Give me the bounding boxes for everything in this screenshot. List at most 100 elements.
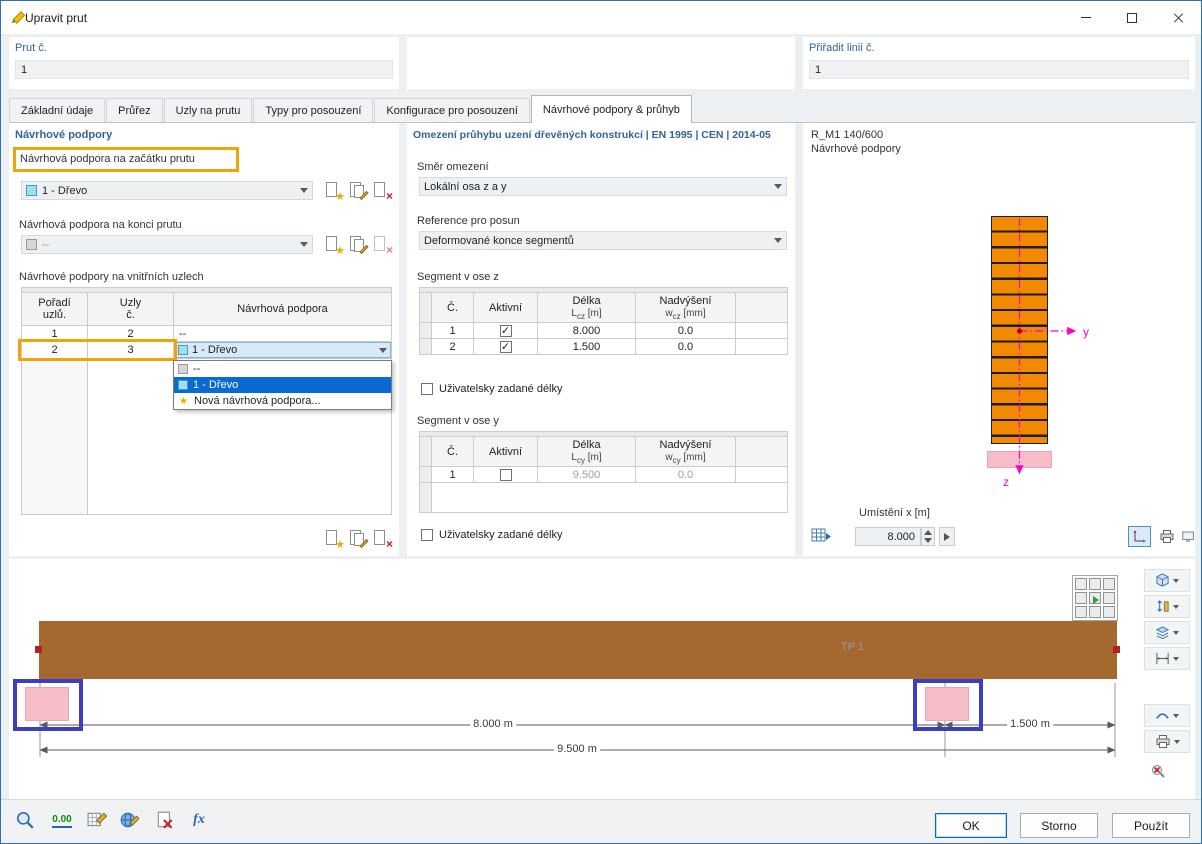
assign-line-section: Přiřadit linii č. 1 [803, 37, 1195, 89]
table-new-button[interactable]: ★ [323, 529, 345, 551]
print-button[interactable] [1144, 730, 1190, 753]
column-header-no: Č. [431, 292, 474, 323]
edit-table-button[interactable] [83, 806, 111, 834]
tab-navrhove-podpory-pruhyb[interactable]: Návrhové podpory & průhyb [530, 95, 692, 123]
position-step-forward-button[interactable] [939, 527, 955, 546]
tab-zakladni-udaje[interactable]: Základní údaje [9, 98, 106, 122]
clipped-toolbar-button[interactable] [1182, 526, 1195, 547]
segment-z-row-2[interactable]: 2 ✓ 1.500 0.0 [419, 338, 789, 355]
assign-line-value: 1 [815, 63, 822, 76]
direction-combobox[interactable]: Lokální osa z a y [419, 177, 787, 196]
design-supports-panel: Návrhové podpory Návrhová podpora na zač… [9, 123, 399, 556]
internal-support-highlight [913, 679, 983, 731]
end-node-marker[interactable] [1113, 646, 1120, 653]
projection-button[interactable] [1144, 595, 1190, 618]
find-button[interactable] [11, 806, 39, 834]
axes-layer [1015, 218, 1077, 475]
view-mode-button[interactable] [1144, 569, 1190, 592]
chevron-down-icon [1173, 630, 1179, 635]
delete-x-icon: × [385, 243, 393, 257]
decimal-places-button[interactable]: 0.00 [45, 806, 79, 834]
close-button[interactable] [1155, 1, 1201, 34]
chevron-down-icon [1173, 656, 1179, 661]
apply-button[interactable]: Použít [1112, 813, 1190, 838]
design-supports-title: Návrhové podpory [15, 129, 113, 141]
graphics-area[interactable]: TP 1 8.000 m 1.500 m 9.500 m [9, 559, 1195, 799]
show-axes-button[interactable] [1128, 526, 1151, 547]
table-delete-button[interactable]: × [371, 529, 393, 550]
segment-y-table: Č. Aktivní Délka Lcy [m] Nadvýšení wcy [mm… [418, 431, 789, 513]
reference-label: Reference pro posun [417, 215, 520, 227]
end-support-combobox[interactable]: -- [21, 235, 313, 254]
tab-konfigurace-pro-posouzeni[interactable]: Konfigurace pro posouzení [374, 98, 530, 122]
delete-support-button[interactable]: × [371, 235, 393, 257]
member-number-section: Prut č. 1 [9, 37, 399, 89]
dropdown-option-none[interactable]: -- [174, 361, 391, 377]
user-lengths-z-checkbox[interactable] [421, 383, 433, 395]
tab-uzly-na-prutu[interactable]: Uzly na prutu [163, 98, 253, 122]
chevron-down-icon [774, 238, 782, 243]
document-icon [374, 236, 385, 251]
maximize-button[interactable] [1109, 1, 1155, 34]
new-support-button[interactable]: ★ [323, 235, 345, 257]
user-lengths-y-checkbox[interactable] [421, 529, 433, 541]
segment-y-row-1[interactable]: 1 9.500 0.0 [419, 466, 789, 483]
user-lengths-y-row: Uživatelsky zadané délky [421, 529, 563, 541]
position-x-input[interactable]: 8.000 [855, 527, 921, 546]
axis-z-label: z [1003, 475, 1009, 489]
member-number-input[interactable]: 1 [15, 60, 393, 79]
formula-label: fx [193, 812, 205, 827]
sync-table-button[interactable] [811, 527, 835, 547]
table-edit-button[interactable] [347, 529, 369, 549]
dimensions-button[interactable] [1144, 647, 1190, 670]
ok-button[interactable]: OK [935, 813, 1007, 838]
start-support-highlight [13, 679, 83, 731]
active-checkbox[interactable] [499, 468, 512, 481]
result-curve-button[interactable] [1144, 704, 1190, 727]
active-checkbox[interactable]: ✓ [499, 324, 512, 337]
dropdown-option-drevo[interactable]: 1 - Dřevo [174, 377, 391, 393]
dropdown-option-new[interactable]: ★ Nová návrhová podpora... [174, 393, 391, 409]
member-beam[interactable] [39, 621, 1117, 679]
tab-prurez[interactable]: Průřez [106, 98, 163, 122]
start-node-marker[interactable] [35, 646, 42, 653]
table-empty-area [419, 482, 788, 513]
row2-support-combobox[interactable]: 1 - Dřevo [174, 342, 391, 358]
row2-highlight-box [18, 339, 177, 361]
start-support-combobox[interactable]: 1 - Dřevo [21, 181, 313, 200]
segment-z-row-1[interactable]: 1 ✓ 8.000 0.0 [419, 322, 789, 339]
edit-support-button[interactable] [347, 235, 369, 255]
position-x-value: 8.000 [887, 530, 915, 543]
delete-support-button[interactable]: × [371, 181, 393, 202]
stepper-up-icon [924, 530, 932, 535]
formula-button[interactable]: fx [185, 806, 213, 834]
clear-view-button[interactable] [1144, 759, 1172, 782]
edit-support-button[interactable] [347, 181, 369, 201]
close-icon [1172, 12, 1184, 24]
direction-label: Směr omezení [417, 161, 489, 173]
edit-global-button[interactable] [115, 806, 143, 834]
chevron-down-icon [1173, 604, 1179, 609]
new-support-button[interactable]: ★ [323, 181, 345, 203]
cancel-button[interactable]: Storno [1020, 813, 1098, 838]
minimize-button[interactable] [1063, 1, 1109, 34]
segment-z-label: Segment v ose z [417, 271, 499, 283]
active-checkbox[interactable]: ✓ [499, 340, 512, 353]
axis-y-label: y [1083, 325, 1089, 339]
navigation-cube[interactable] [1072, 575, 1118, 621]
print-preview-button[interactable] [1155, 526, 1178, 547]
search-icon [17, 812, 34, 829]
delete-all-button[interactable] [151, 806, 179, 834]
support-cell: -- [172, 325, 393, 342]
assign-line-label: Přiřadit linii č. [809, 42, 875, 54]
position-x-stepper[interactable] [921, 527, 935, 546]
reference-value: Deformované konce segmentů [424, 234, 574, 247]
layers-button[interactable] [1144, 621, 1190, 644]
column-header-active: Aktivní [473, 436, 538, 467]
material-color-icon [178, 345, 188, 355]
reference-combobox[interactable]: Deformované konce segmentů [419, 231, 787, 250]
axes-marker-icon [1093, 596, 1099, 604]
assign-line-input[interactable]: 1 [809, 60, 1189, 79]
tab-typy-pro-posouzeni[interactable]: Typy pro posouzení [253, 98, 374, 122]
material-color-icon [178, 364, 188, 374]
